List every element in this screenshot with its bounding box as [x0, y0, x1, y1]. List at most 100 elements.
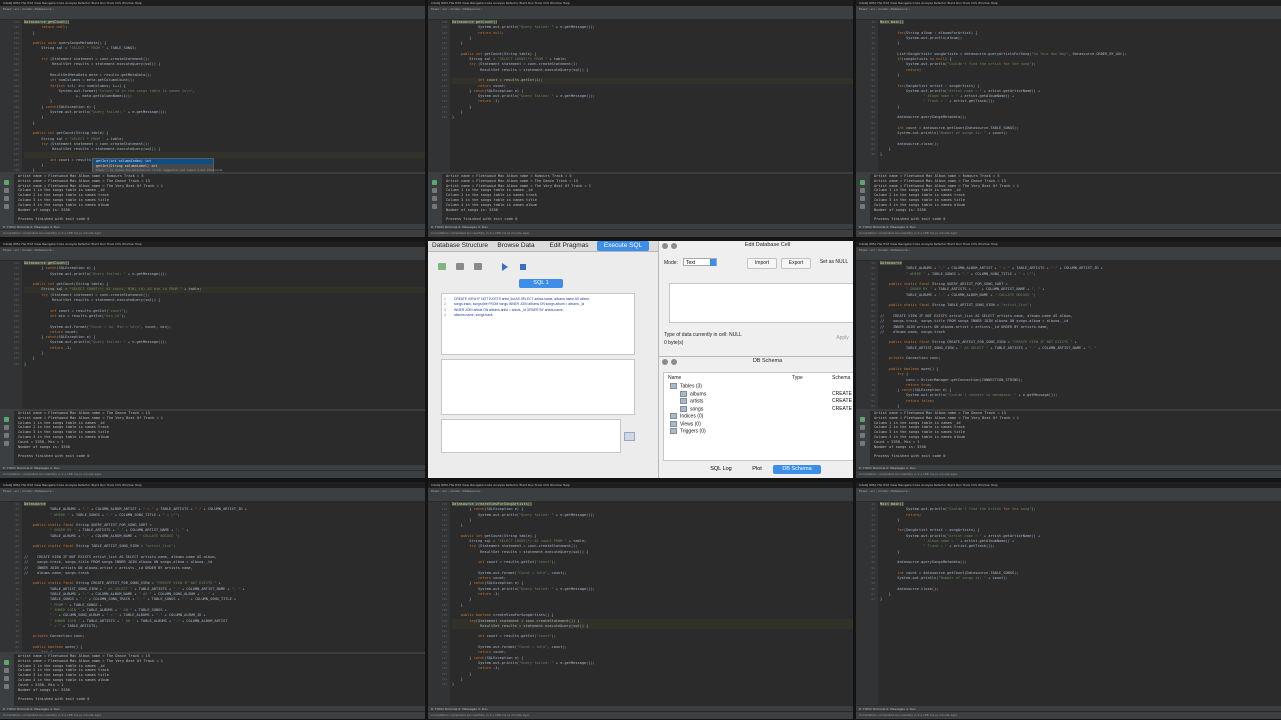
breadcrumb-item[interactable]: Music › [859, 248, 871, 252]
menu-item[interactable]: Run [100, 483, 107, 487]
menu-item[interactable]: Window [978, 242, 991, 246]
menu-item[interactable]: Window [122, 242, 135, 246]
menu-item[interactable]: Tools [107, 1, 115, 5]
menu-item[interactable]: Analyze [493, 483, 506, 487]
menu-item[interactable]: Code [913, 483, 922, 487]
menu-item[interactable]: Tools [107, 242, 115, 246]
menu-item[interactable]: Code [485, 1, 494, 5]
menu-item[interactable]: Navigate [470, 1, 484, 5]
menu-item[interactable]: Code [913, 1, 922, 5]
menu-item[interactable]: View [34, 242, 42, 246]
scroll-icon[interactable] [860, 441, 865, 446]
breadcrumb-item[interactable]: Datasource › [891, 7, 910, 11]
menu-item[interactable]: Code [57, 242, 66, 246]
rerun-icon[interactable] [4, 417, 9, 422]
menu-item[interactable]: Analyze [921, 1, 934, 5]
scroll-icon[interactable] [4, 684, 9, 689]
menu-item[interactable]: Refactor [934, 483, 948, 487]
menu-item[interactable]: Navigate [470, 483, 484, 487]
tab-database-structure[interactable]: Database Structure [430, 241, 490, 251]
pause-icon[interactable] [4, 196, 9, 201]
code-editor[interactable]: Datasource TABLE_ALBUMS + "." + COLUMN_A… [880, 261, 1281, 409]
menu-item[interactable]: Help [135, 483, 142, 487]
menu-item[interactable]: Refactor [506, 483, 520, 487]
pause-icon[interactable] [4, 676, 9, 681]
menu-item[interactable]: Edit [883, 483, 890, 487]
menu-item[interactable]: View [890, 1, 898, 5]
menu-item[interactable]: Build [947, 483, 955, 487]
pause-icon[interactable] [432, 196, 437, 201]
rerun-icon[interactable] [432, 180, 437, 185]
menu-item[interactable]: View [890, 483, 898, 487]
menu-item[interactable]: Code [57, 1, 66, 5]
menu-item[interactable]: Help [135, 1, 142, 5]
menu-item[interactable]: View [462, 1, 470, 5]
breadcrumb-item[interactable]: model › [450, 489, 462, 493]
breadcrumb-item[interactable]: Music › [859, 7, 871, 11]
menu-item[interactable]: Code [913, 242, 922, 246]
menu-item[interactable]: Window [122, 1, 135, 5]
code-editor[interactable]: Main main() for(String album : albumsFor… [880, 20, 1281, 172]
menu-item[interactable]: Build [91, 1, 99, 5]
stop-icon[interactable] [860, 425, 865, 430]
breadcrumb-item[interactable]: Music › [859, 489, 871, 493]
menu-item[interactable]: Navigate [898, 1, 912, 5]
menu-item[interactable]: IntelliJ IDEA [3, 483, 21, 487]
menu-item[interactable]: Run [956, 242, 963, 246]
menu-item[interactable]: Window [978, 483, 991, 487]
pause-icon[interactable] [860, 196, 865, 201]
menu-item[interactable]: View [34, 483, 42, 487]
menu-item[interactable]: Build [519, 483, 527, 487]
menu-item[interactable]: Navigate [898, 483, 912, 487]
breadcrumb-item[interactable]: Datasource › [35, 248, 54, 252]
menu-item[interactable]: Edit [27, 242, 34, 246]
open-tab-icon[interactable] [438, 263, 446, 270]
menu-item[interactable]: Run [956, 1, 963, 5]
menu-item[interactable]: VCS [543, 483, 550, 487]
menu-item[interactable]: Edit [455, 483, 462, 487]
code-editor[interactable]: Datasource getCount() } catch(SQLExcepti… [24, 261, 425, 409]
menu-item[interactable]: VCS [971, 242, 978, 246]
menu-item[interactable]: Help [135, 242, 142, 246]
stop-icon[interactable] [4, 668, 9, 673]
menu-item[interactable]: Refactor [78, 483, 92, 487]
schema-tree[interactable]: Name Type Schema Tables (3) albums CREATE a… [663, 372, 853, 461]
code-editor[interactable]: Datasource TABLE_ALBUMS + "." + COLUMN_A… [24, 502, 425, 652]
schema-tree-item[interactable]: artists CREATE [680, 398, 852, 405]
menu-item[interactable]: Analyze [65, 483, 78, 487]
menu-item[interactable]: Refactor [506, 1, 520, 5]
menu-item[interactable]: Build [91, 483, 99, 487]
menu-item[interactable]: Edit [883, 1, 890, 5]
set-null-button[interactable]: Set as NULL [815, 258, 853, 267]
bottom-tab-sql-log[interactable]: SQL Log [705, 465, 737, 474]
menu-item[interactable]: Run [528, 483, 535, 487]
code-editor[interactable]: Datasource createViewForSongArtists() } … [452, 502, 853, 705]
schema-tree-item[interactable]: Triggers (0) [670, 428, 706, 435]
breadcrumb-item[interactable]: model › [22, 248, 34, 252]
results-grid[interactable] [441, 359, 635, 415]
bottom-tab-db-schema[interactable]: DB Schema [773, 465, 821, 474]
menu-item[interactable]: Edit [27, 483, 34, 487]
schema-tree-item[interactable]: albums CREATE [680, 390, 852, 398]
breadcrumb-item[interactable]: Music › [3, 489, 15, 493]
menu-item[interactable]: View [34, 1, 42, 5]
stop-icon[interactable] [432, 188, 437, 193]
scroll-icon[interactable] [4, 441, 9, 446]
breadcrumb-item[interactable]: Music › [431, 7, 443, 11]
menu-item[interactable]: Help [563, 483, 570, 487]
menu-item[interactable]: IntelliJ IDEA [3, 242, 21, 246]
menu-item[interactable]: VCS [543, 1, 550, 5]
breadcrumb-item[interactable]: model › [878, 248, 890, 252]
menu-item[interactable]: Window [550, 483, 563, 487]
tab-browse-data[interactable]: Browse Data [492, 241, 540, 251]
menu-item[interactable]: VCS [115, 242, 122, 246]
menu-item[interactable]: Analyze [65, 242, 78, 246]
menu-item[interactable]: IntelliJ IDEA [3, 1, 21, 5]
mode-select[interactable]: Text [683, 258, 717, 266]
menu-item[interactable]: Tools [535, 1, 543, 5]
close-icon[interactable] [662, 359, 668, 365]
stop-icon[interactable] [860, 188, 865, 193]
cell-editor[interactable] [669, 283, 853, 323]
menu-item[interactable]: Run [100, 1, 107, 5]
breadcrumb-item[interactable]: model › [878, 7, 890, 11]
